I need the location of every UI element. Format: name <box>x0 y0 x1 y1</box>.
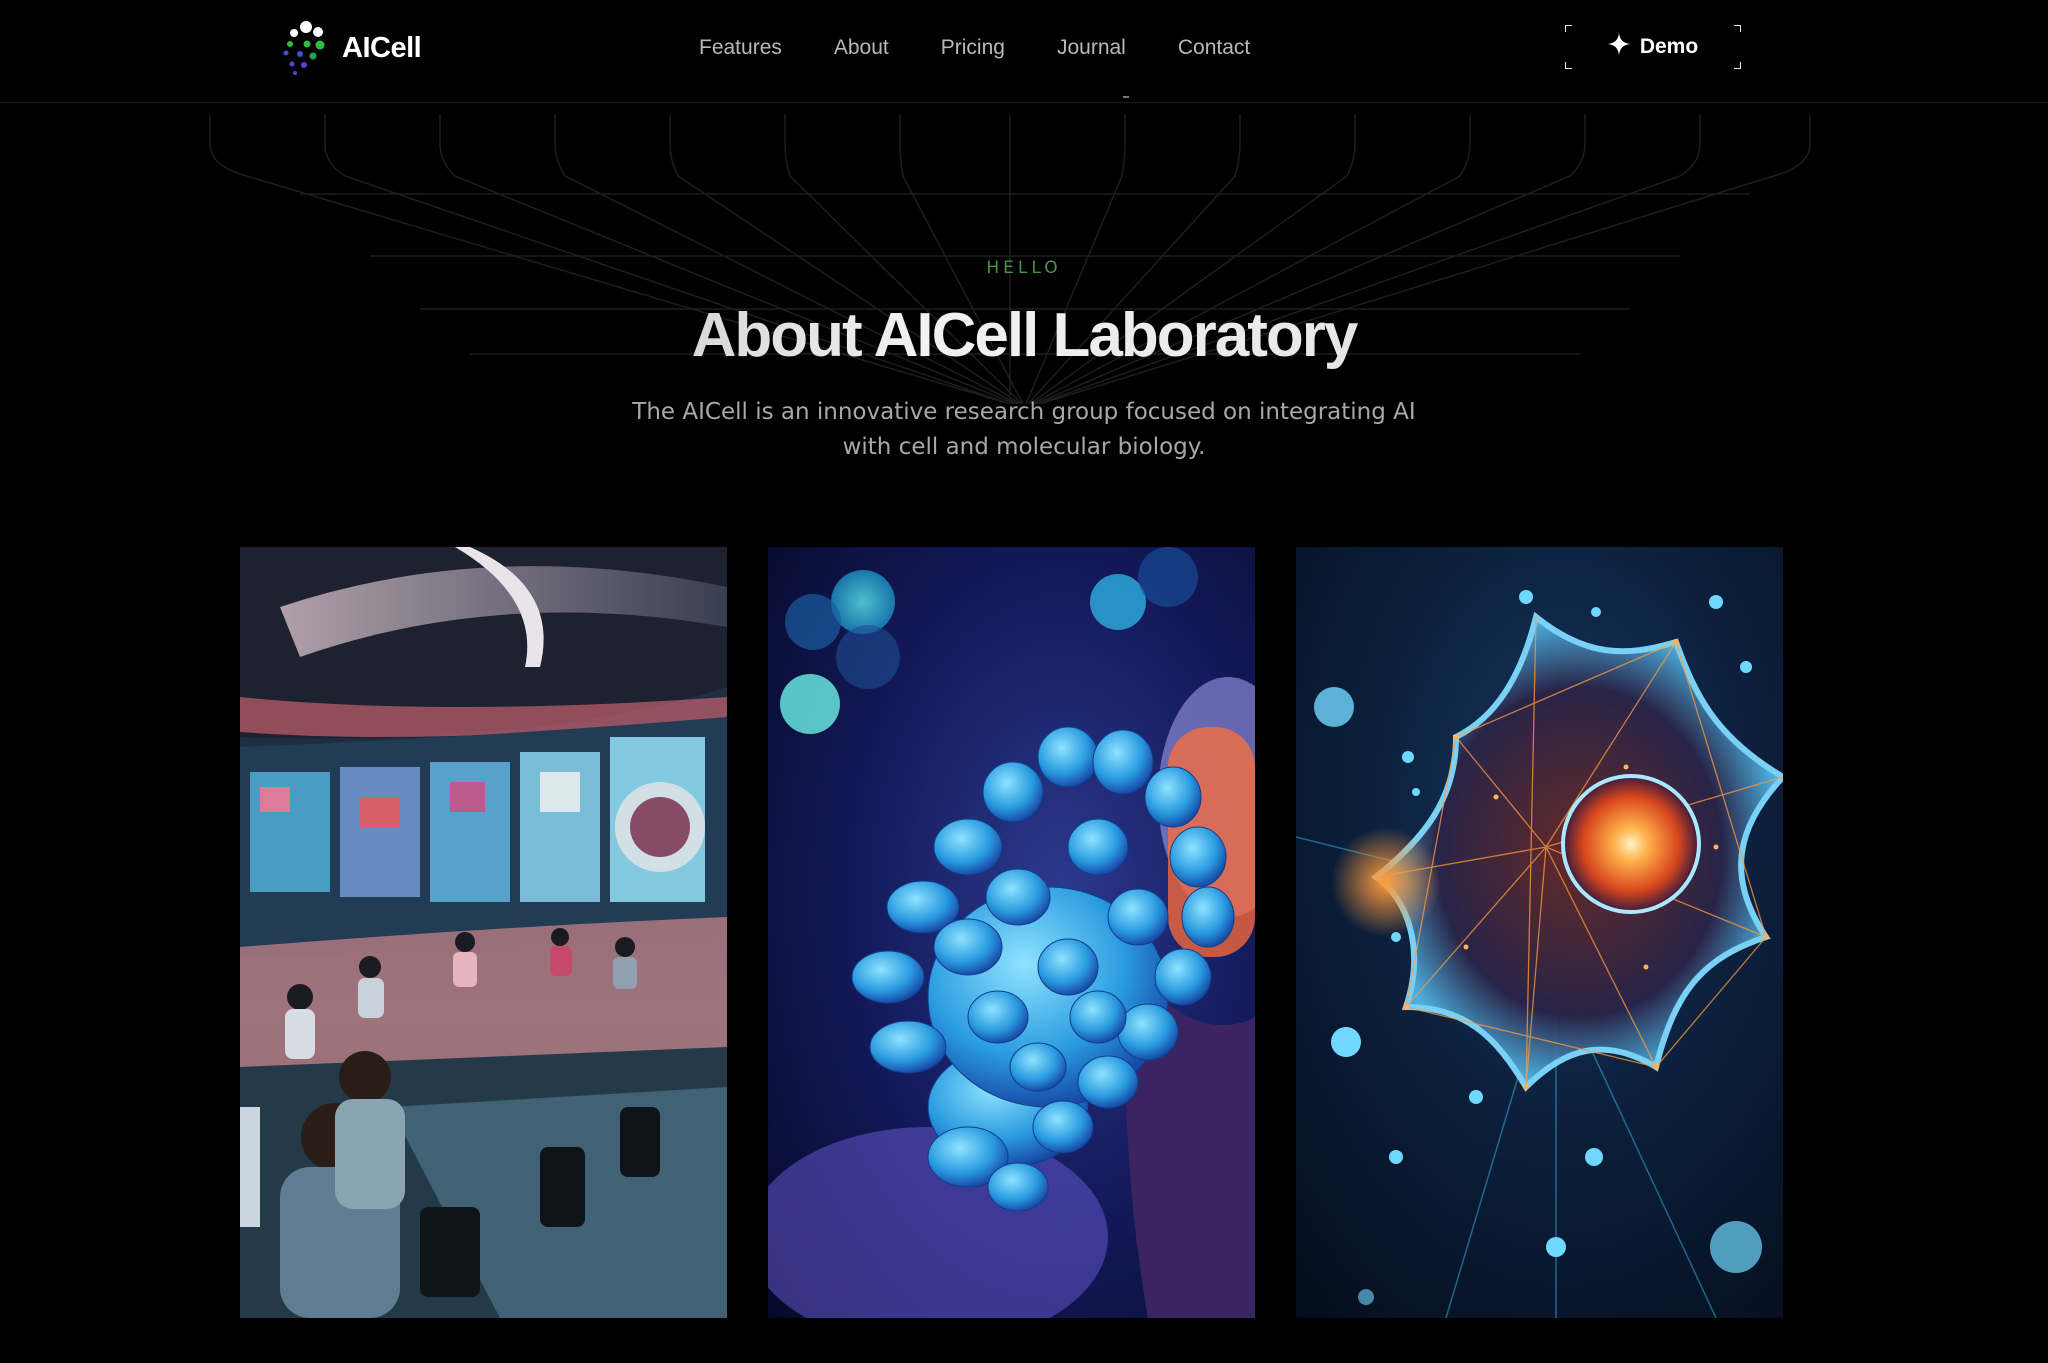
glowing-neuron-cell-image <box>1296 547 1783 1318</box>
research-control-room-image <box>240 547 727 1318</box>
corner-bracket <box>1734 62 1741 69</box>
nav-active-indicator <box>1123 96 1129 98</box>
hero-subtitle: The AICell is an innovative research gro… <box>632 399 1416 460</box>
corner-bracket <box>1565 25 1572 32</box>
top-navbar: AICell Features About Pricing Journal Co… <box>0 0 2048 103</box>
dots-cluster-icon <box>280 20 330 76</box>
corner-bracket <box>1565 62 1572 69</box>
nav-link-contact[interactable]: Contact <box>1178 30 1250 66</box>
blue-coral-cells-image <box>768 547 1255 1318</box>
corner-bracket <box>1734 25 1741 32</box>
brand-name: AICell <box>342 31 422 64</box>
page-title: About AICell Laboratory <box>0 300 2048 371</box>
nav-link-features[interactable]: Features <box>699 30 782 66</box>
main-nav: Features About Pricing Journal Contact <box>699 30 1250 66</box>
demo-button[interactable]: Demo <box>1565 25 1741 69</box>
nav-link-about[interactable]: About <box>834 30 889 66</box>
demo-button-label: Demo <box>1639 35 1699 58</box>
sparkle-icon <box>1607 33 1630 61</box>
brand-logo[interactable]: AICell <box>280 20 422 76</box>
hero-eyebrow: HELLO <box>986 258 1062 278</box>
nav-link-journal[interactable]: Journal <box>1057 30 1126 66</box>
nav-link-pricing[interactable]: Pricing <box>941 30 1005 66</box>
